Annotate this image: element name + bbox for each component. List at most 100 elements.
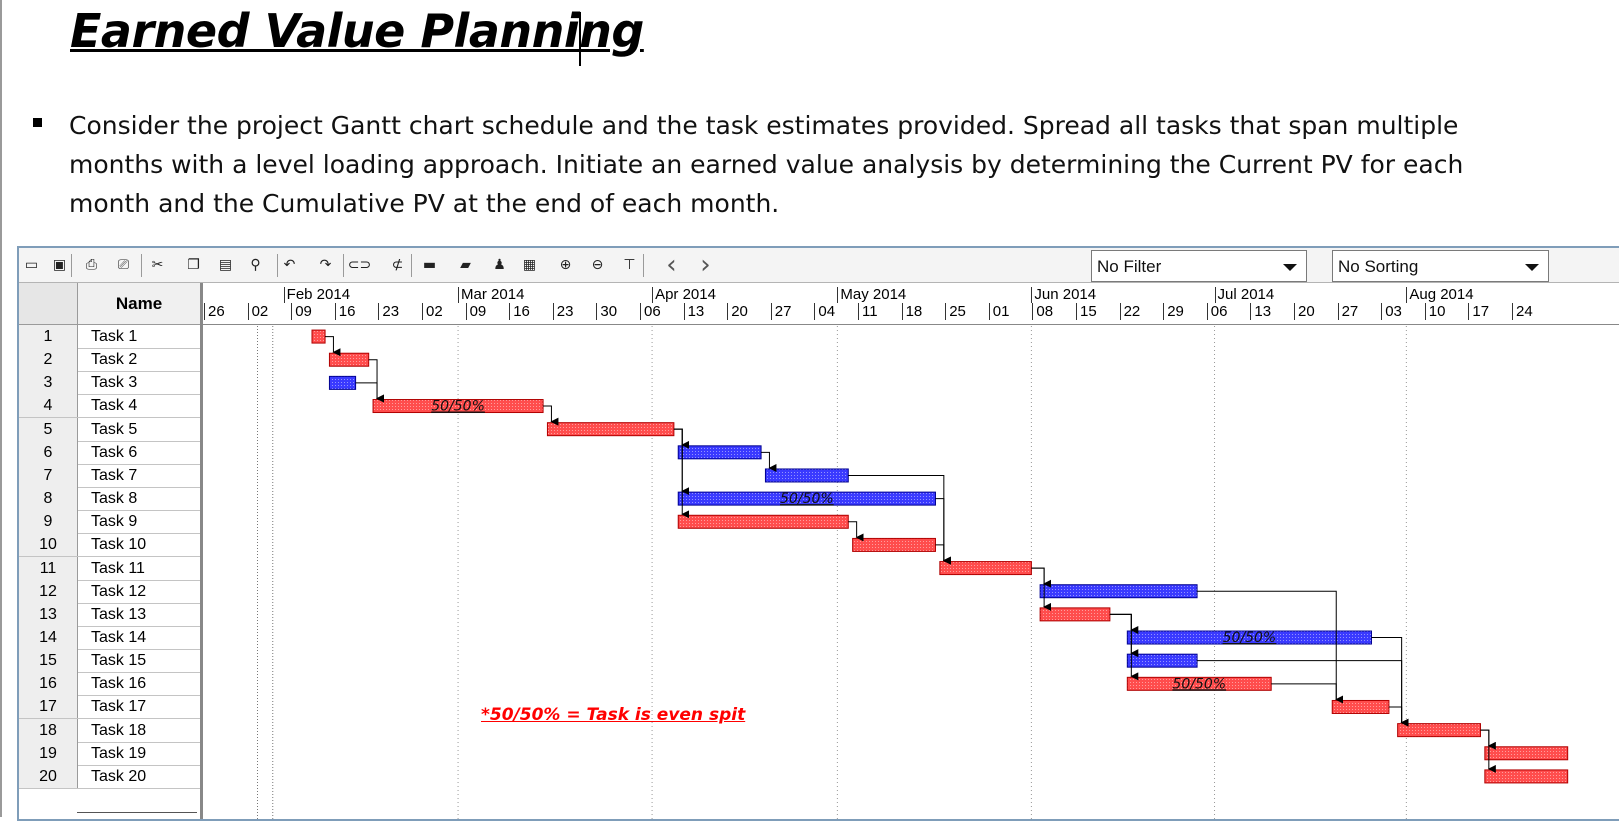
- assign-resources-icon[interactable]: ♟: [489, 254, 510, 275]
- cut-icon[interactable]: ✂: [147, 254, 168, 275]
- table-row[interactable]: 9 Task 9: [19, 510, 200, 535]
- task-bar-15[interactable]: [1126, 653, 1198, 668]
- task-bar-20[interactable]: [1484, 769, 1569, 784]
- save-icon[interactable]: ▣: [49, 254, 70, 275]
- table-row[interactable]: 3 Task 3: [19, 371, 200, 396]
- open-icon[interactable]: ▭: [21, 254, 42, 275]
- row-number: 18: [19, 718, 78, 742]
- copy-icon[interactable]: ❐: [183, 254, 204, 275]
- task-bar-3[interactable]: [328, 375, 357, 390]
- dependency-arrow: [368, 359, 385, 403]
- task-name: Task 16: [91, 675, 147, 693]
- table-row[interactable]: 2 Task 2: [19, 348, 200, 373]
- table-row[interactable]: 19 Task 19: [19, 741, 200, 766]
- task-bar-5[interactable]: [546, 422, 675, 437]
- task-bar-17[interactable]: [1331, 699, 1390, 714]
- redo-icon[interactable]: ↷: [315, 254, 336, 275]
- task-bar-1[interactable]: [311, 329, 326, 344]
- filter-icon[interactable]: ⊤: [619, 254, 640, 275]
- table-row[interactable]: 14 Task 14: [19, 625, 200, 650]
- row-number: 13: [19, 602, 78, 626]
- table-row[interactable]: 17 Task 17: [19, 695, 200, 720]
- paste-icon[interactable]: ▤: [215, 254, 236, 275]
- row-number: 8: [19, 487, 78, 511]
- row-number: 15: [19, 649, 78, 673]
- row-number: 11: [19, 556, 78, 580]
- name-column-header[interactable]: Name: [78, 283, 200, 324]
- table-row[interactable]: 5 Task 5: [19, 417, 200, 442]
- calendar-icon[interactable]: ▦: [519, 254, 540, 275]
- table-row[interactable]: 12 Task 12: [19, 579, 200, 604]
- table-row[interactable]: 7 Task 7: [19, 463, 200, 488]
- task-bar-2[interactable]: [328, 352, 370, 367]
- task-name: Task 8: [91, 490, 138, 508]
- table-row[interactable]: 15 Task 15: [19, 649, 200, 674]
- row-number: 7: [19, 463, 78, 487]
- table-row[interactable]: 13 Task 13: [19, 602, 200, 627]
- dependency-arrow: [761, 451, 777, 472]
- task-name: Task 10: [91, 536, 147, 554]
- task-bar-11[interactable]: [939, 561, 1032, 576]
- gantt-application: No Filter No Sorting ▭ ▣ ⎙ ⎚ ✂ ❐ ▤ ⚲ ↶ ↷ ⊂⊃ ⊄ ▬ ▰ ♟ ▦ ⊕ ⊖…: [17, 246, 1619, 821]
- task-table: Name 1 Task 1 2 Task 2 3 Task 3 4 Task 4 5 Task 5…: [19, 283, 203, 819]
- table-row[interactable]: 6 Task 6: [19, 440, 200, 465]
- zoom-out-icon[interactable]: ⊖: [587, 254, 608, 275]
- undo-icon[interactable]: ↶: [279, 254, 300, 275]
- row-number: 17: [19, 695, 78, 719]
- toolbar-separator: [277, 254, 278, 277]
- row-number: 14: [19, 625, 78, 649]
- table-row[interactable]: 18 Task 18: [19, 718, 200, 743]
- task-name: Task 15: [91, 652, 147, 670]
- task-name: Task 17: [91, 698, 147, 716]
- table-row[interactable]: 10 Task 10: [19, 533, 200, 558]
- unlink-icon[interactable]: ⊄: [387, 254, 408, 275]
- task-name: Task 1: [91, 328, 138, 345]
- table-row[interactable]: 1 Task 1: [19, 325, 200, 349]
- filter-dropdown[interactable]: No Filter: [1091, 250, 1307, 282]
- row-number: 20: [19, 764, 78, 788]
- slide-title: Earned Value Planning: [70, 4, 644, 58]
- task-name: Task 11: [91, 559, 145, 577]
- sorting-dropdown[interactable]: No Sorting: [1332, 250, 1549, 282]
- table-row[interactable]: 11 Task 11: [19, 556, 200, 581]
- row-number-header[interactable]: [19, 283, 78, 324]
- task-bar-7[interactable]: [764, 468, 849, 483]
- task-info-icon[interactable]: ▬: [419, 254, 440, 275]
- task-bar-18[interactable]: [1397, 723, 1481, 738]
- task-name: Task 3: [91, 374, 138, 392]
- table-row[interactable]: 4 Task 4: [19, 394, 200, 419]
- find-icon[interactable]: ⚲: [245, 254, 266, 275]
- print-icon[interactable]: ⎙: [81, 254, 102, 275]
- gantt-chart-area: Feb 2014 Mar 2014 Apr 2014 May 2014 Jun 2014…: [203, 283, 1619, 819]
- table-row[interactable]: 20 Task 20: [19, 764, 200, 789]
- dependency-arrow: [1031, 567, 1052, 588]
- task-bar-9[interactable]: [677, 514, 849, 529]
- task-bar-13[interactable]: [1039, 607, 1111, 622]
- task-bar-10[interactable]: [852, 537, 936, 552]
- scroll-right-icon[interactable]: ›: [695, 250, 716, 280]
- bar-label: 50/50%: [1172, 676, 1226, 692]
- scroll-left-icon[interactable]: ‹: [661, 250, 682, 280]
- link-icon[interactable]: ⊂⊃: [348, 254, 371, 275]
- row-number: 16: [19, 672, 78, 696]
- table-row[interactable]: 8 Task 8: [19, 487, 200, 512]
- row-number: 12: [19, 579, 78, 603]
- task-bar-6[interactable]: [677, 445, 762, 460]
- task-name: Task 7: [91, 466, 138, 484]
- notes-icon[interactable]: ▰: [455, 254, 476, 275]
- row-number: 10: [19, 533, 78, 557]
- toolbar-separator: [643, 254, 644, 277]
- task-name: Task 4: [91, 397, 138, 415]
- dependency-arrow: [673, 428, 690, 449]
- task-bar-12[interactable]: [1039, 584, 1198, 599]
- dependency-arrow: [325, 336, 341, 357]
- task-bar-19[interactable]: [1484, 746, 1569, 761]
- zoom-in-icon[interactable]: ⊕: [555, 254, 576, 275]
- toolbar-separator: [141, 254, 142, 277]
- table-row[interactable]: 16 Task 16: [19, 672, 200, 697]
- print-preview-icon[interactable]: ⎚: [113, 254, 134, 275]
- chevron-down-icon: [1525, 264, 1539, 271]
- table-header: Name: [19, 283, 200, 325]
- dependency-arrow: [1109, 613, 1139, 635]
- task-name: Task 19: [91, 744, 147, 762]
